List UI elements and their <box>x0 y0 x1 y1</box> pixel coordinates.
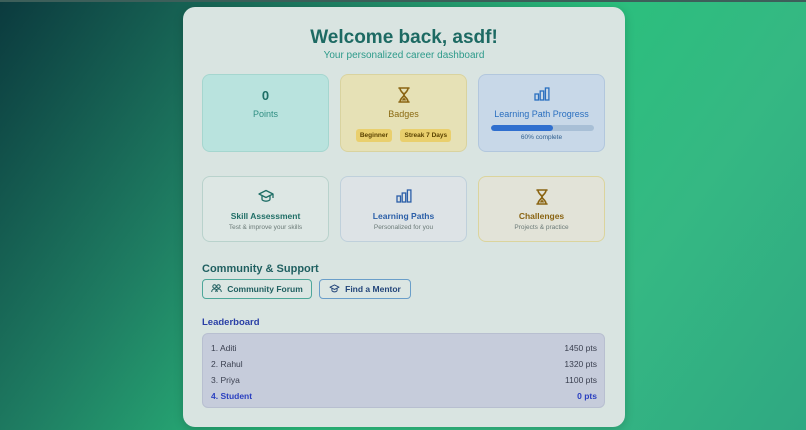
learning-progress-card: Learning Path Progress 60% complete <box>478 74 605 152</box>
points-card: 0 Points <box>202 74 329 152</box>
window-top-edge <box>0 0 806 2</box>
bar-chart-icon <box>533 87 550 106</box>
progress-label: Learning Path Progress <box>494 109 589 119</box>
progress-bar-fill <box>491 125 553 131</box>
graduation-cap-icon <box>257 189 274 208</box>
progress-caption: 60% complete <box>520 134 563 141</box>
bar-chart-icon <box>395 189 412 208</box>
badges-card: Badges Beginner Streak 7 Days <box>340 74 467 152</box>
page-subtitle: Your personalized career dashboard <box>323 50 485 61</box>
leaderboard-name: 3. Priya <box>211 375 240 385</box>
skill-assessment-card[interactable]: Skill Assessment Test & improve your ski… <box>202 176 329 242</box>
leaderboard-heading: Leaderboard <box>202 317 260 328</box>
badge-streak: Streak 7 Days <box>400 129 452 142</box>
hourglass-icon <box>397 87 411 108</box>
feature-title: Skill Assessment <box>230 211 301 221</box>
points-value: 0 <box>261 88 270 103</box>
badges-label: Badges <box>388 109 419 119</box>
community-heading: Community & Support <box>202 263 319 275</box>
leaderboard-name: 2. Rahul <box>211 359 243 369</box>
community-forum-label: Community Forum <box>227 284 303 294</box>
list-item: 3. Priya 1100 pts <box>211 372 597 388</box>
points-label: Points <box>252 109 278 119</box>
dashboard-card: Welcome back, asdf! Your personalized ca… <box>183 7 625 427</box>
feature-subtitle: Projects & practice <box>514 224 569 231</box>
users-icon <box>211 283 223 295</box>
find-mentor-button[interactable]: Find a Mentor <box>319 279 411 299</box>
badge-list: Beginner Streak 7 Days <box>341 124 466 142</box>
feature-subtitle: Test & improve your skills <box>228 224 303 231</box>
progress-bar <box>491 125 594 131</box>
hourglass-icon <box>535 189 549 210</box>
page-title: Welcome back, asdf! <box>310 27 498 48</box>
leaderboard-score: 1320 pts <box>564 359 597 369</box>
leaderboard-score: 1450 pts <box>564 343 597 353</box>
list-item: 2. Rahul 1320 pts <box>211 356 597 372</box>
find-mentor-label: Find a Mentor <box>345 284 401 294</box>
feature-title: Learning Paths <box>372 211 435 221</box>
leaderboard-name: 1. Aditi <box>211 343 237 353</box>
leaderboard-name: 4. Student <box>211 391 253 401</box>
list-item-current-user: 4. Student 0 pts <box>211 388 597 404</box>
list-item: 1. Aditi 1450 pts <box>211 340 597 356</box>
graduation-cap-icon <box>329 283 340 295</box>
leaderboard-list: 1. Aditi 1450 pts 2. Rahul 1320 pts 3. P… <box>202 333 605 408</box>
leaderboard-score: 1100 pts <box>565 375 597 385</box>
leaderboard-score: 0 pts <box>577 391 597 401</box>
learning-paths-card[interactable]: Learning Paths Personalized for you <box>340 176 467 242</box>
community-forum-button[interactable]: Community Forum <box>202 279 312 299</box>
challenges-card[interactable]: Challenges Projects & practice <box>478 176 605 242</box>
feature-title: Challenges <box>518 211 565 221</box>
badge-beginner: Beginner <box>355 129 393 142</box>
feature-subtitle: Personalized for you <box>373 224 434 231</box>
